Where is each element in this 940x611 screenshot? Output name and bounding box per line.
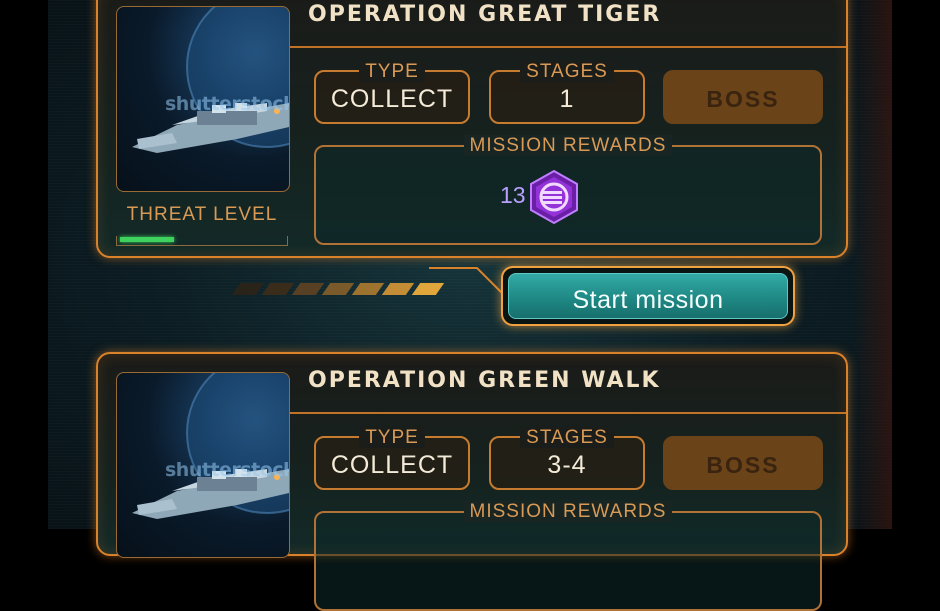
mission-title: OPERATION GREAT TIGER — [308, 2, 662, 27]
type-label: TYPE — [359, 427, 425, 448]
boss-indicator: BOSS — [663, 436, 823, 490]
start-mission-label: Start mission — [572, 286, 724, 314]
start-mission-button[interactable]: Start mission — [501, 266, 795, 326]
mission-ship-image: shutterstock — [116, 372, 290, 558]
stages-value: 1 — [559, 85, 575, 113]
stages-label: STAGES — [520, 61, 614, 82]
button-notch-decoration — [429, 267, 508, 299]
reward-count: 13 — [500, 182, 526, 208]
type-pill: TYPE COLLECT — [314, 61, 470, 124]
watermark-text: shutterstock — [165, 93, 290, 115]
rewards-label: MISSION REWARDS — [463, 501, 673, 522]
type-value: COLLECT — [330, 451, 454, 479]
type-value: COLLECT — [330, 85, 454, 113]
threat-level-label: THREAT LEVEL — [126, 204, 278, 225]
mission-title: OPERATION GREEN WALK — [308, 368, 661, 393]
stages-label: STAGES — [520, 427, 614, 448]
mission-rewards-panel: MISSION REWARDS — [314, 501, 822, 611]
purple-hexagon-token-icon — [530, 169, 578, 225]
title-divider — [290, 412, 846, 414]
mission-ship-image: shutterstock — [116, 6, 290, 192]
title-divider — [290, 46, 846, 48]
type-pill: TYPE COLLECT — [314, 427, 470, 490]
stages-pill: STAGES 1 — [489, 61, 645, 124]
mission-card-great-tiger: shutterstock OPERATION GREAT TIGER TYPE … — [96, 0, 848, 258]
mission-rewards-panel: MISSION REWARDS 13 — [314, 135, 822, 245]
stages-value: 3-4 — [547, 451, 587, 479]
boss-label: BOSS — [706, 86, 780, 112]
threat-level-fill — [120, 237, 174, 242]
watermark-text: shutterstock — [165, 459, 290, 481]
boss-indicator: BOSS — [663, 70, 823, 124]
stages-pill: STAGES 3-4 — [489, 427, 645, 490]
mission-card-green-walk: shutterstock OPERATION GREEN WALK TYPE C… — [96, 352, 848, 611]
type-label: TYPE — [359, 61, 425, 82]
threat-level-bar — [116, 236, 288, 246]
rewards-label: MISSION REWARDS — [463, 135, 673, 156]
boss-label: BOSS — [706, 452, 780, 478]
